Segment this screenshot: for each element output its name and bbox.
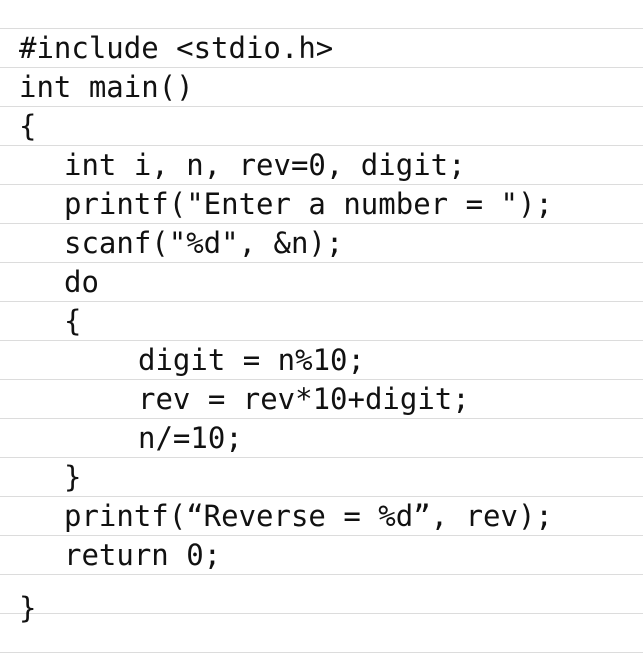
- code-line-main-close-brace: }: [19, 591, 37, 625]
- code-line-prompt-printf: printf("Enter a number = ");: [64, 187, 553, 221]
- code-page: #include <stdio.h> int main() { int i, n…: [0, 0, 643, 657]
- code-line-return: return 0;: [64, 538, 222, 572]
- code-line-scanf: scanf("%d", &n);: [64, 226, 344, 260]
- code-line-main-signature: int main(): [19, 70, 194, 104]
- code-line-n-divide: n/=10;: [138, 421, 243, 455]
- code-line-loop-open-brace: {: [64, 304, 82, 338]
- code-block: #include <stdio.h> int main() { int i, n…: [0, 29, 553, 628]
- code-line-main-open-brace: {: [19, 109, 37, 143]
- code-line-digit-assign: digit = n%10;: [138, 343, 365, 377]
- code-line-rev-assign: rev = rev*10+digit;: [138, 382, 470, 416]
- code-line-loop-close-brace: }: [64, 460, 82, 494]
- code-line-do: do: [64, 265, 99, 299]
- code-line-result-printf: printf(“Reverse = %d”, rev);: [64, 499, 553, 533]
- code-line-include: #include <stdio.h>: [19, 31, 334, 65]
- code-line-declarations: int i, n, rev=0, digit;: [64, 148, 466, 182]
